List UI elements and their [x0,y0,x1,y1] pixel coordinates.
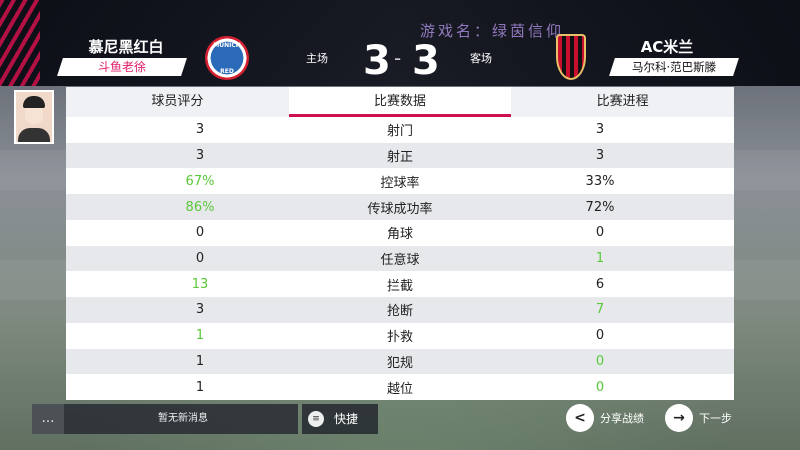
stat-label: 角球 [386,227,413,243]
stat-row: 0 角球 0 [66,219,734,246]
away-score: 3 [412,38,440,84]
home-crest-subtext: RED [220,68,234,75]
stat-label: 越位 [386,381,413,397]
arrow-right-icon: → [665,404,693,432]
stat-away-value: 0 [595,379,605,395]
stat-row: 0 任意球 1 [66,245,734,272]
stat-away-value: 3 [595,122,605,138]
home-manager-tag: 斗鱼老徐 [57,58,187,76]
stat-label: 拦截 [386,278,413,294]
avatar-body [18,128,50,142]
home-side-label: 主场 [306,52,328,65]
stat-home-value: 0 [195,225,205,241]
home-manager-name: 斗鱼老徐 [97,60,146,74]
stat-home-value: 1 [195,379,205,395]
stat-home-value: 1 [195,353,205,369]
away-manager-tag: 马尔科·范巴斯滕 [609,58,739,76]
stat-away-value: 0 [595,353,605,369]
stat-home-value: 3 [195,122,205,138]
tab-player-ratings[interactable]: 球员评分 [66,87,289,117]
stat-away-value: 6 [595,276,605,292]
next-step-button[interactable]: → 下一步 [665,404,745,434]
stat-away-value: 0 [595,225,605,241]
share-results-button[interactable]: < 分享战绩 [566,404,656,434]
match-header: 游戏名：绿茵信仰 慕尼黑红白 斗鱼老徐 MUNICH RED 主场 3 - 3 … [0,0,800,86]
stat-away-value: 72% [585,199,615,215]
stats-tabs: 球员评分 比赛数据 比赛进程 [66,87,734,117]
stat-row: 3 射门 3 [66,117,734,143]
stat-home-value: 67% [185,173,215,189]
stat-row: 1 扑救 0 [66,322,734,349]
away-team-name: AC米兰 [640,38,694,56]
home-score: 3 [363,38,391,84]
stat-label: 传球成功率 [367,201,433,217]
stat-row: 13 拦截 6 [66,271,734,298]
stat-row: 3 抢断 7 [66,297,734,323]
stat-label: 射门 [386,124,413,140]
stat-away-value: 3 [595,148,605,164]
stat-home-value: 0 [195,250,205,266]
home-team-name: 慕尼黑红白 [88,38,164,56]
away-side-label: 客场 [470,52,492,65]
stat-home-value: 1 [195,328,205,344]
player-avatar[interactable] [14,90,54,144]
stats-table: 3 射门 3 3 射正 3 67% 控球率 33% 86% 传球成功率 72% 0 角球 0 0 任意球 1 13 拦… [66,117,734,400]
share-icon: < [566,404,594,432]
quick-chat-icon: ≡ [308,411,324,427]
message-text: 暂无新消息 [158,413,208,424]
share-results-label: 分享战绩 [600,412,644,425]
message-bar[interactable]: … 暂无新消息 [32,404,298,434]
stat-away-value: 0 [595,328,605,344]
watermark: 游戏名：绿茵信仰 [420,22,565,40]
stat-label: 抢断 [386,304,413,320]
away-manager-name: 马尔科·范巴斯滕 [631,60,717,74]
chat-bubble-icon[interactable]: … [32,404,64,434]
avatar-hair [23,96,45,108]
tab-match-stats[interactable]: 比赛数据 [288,87,512,117]
stat-row: 3 射正 3 [66,142,734,169]
stat-label: 犯规 [386,355,413,371]
stat-row: 1 犯规 0 [66,348,734,375]
home-crest-text: MUNICH [213,42,241,49]
quick-chat-button[interactable]: ≡ 快捷 [302,404,378,434]
stat-row: 67% 控球率 33% [66,168,734,195]
score-separator: - [394,46,402,70]
quick-chat-label: 快捷 [334,412,359,426]
stat-row: 86% 传球成功率 72% [66,194,734,220]
stat-home-value: 3 [195,148,205,164]
stat-label: 扑救 [386,330,413,346]
stat-away-value: 7 [595,302,605,318]
stat-label: 控球率 [380,175,420,191]
home-crest-icon: MUNICH RED [205,36,249,80]
stat-home-value: 86% [185,199,215,215]
away-crest-icon [556,34,586,80]
next-step-label: 下一步 [699,412,732,425]
stat-home-value: 3 [195,302,205,318]
stat-label: 任意球 [380,252,420,268]
stat-away-value: 33% [585,173,615,189]
stat-row: 1 越位 0 [66,374,734,400]
header-accent-stripes [0,0,40,86]
stat-label: 射正 [386,150,413,166]
stat-away-value: 1 [595,250,605,266]
stat-home-value: 13 [191,276,209,292]
tab-match-progress[interactable]: 比赛进程 [511,87,734,117]
